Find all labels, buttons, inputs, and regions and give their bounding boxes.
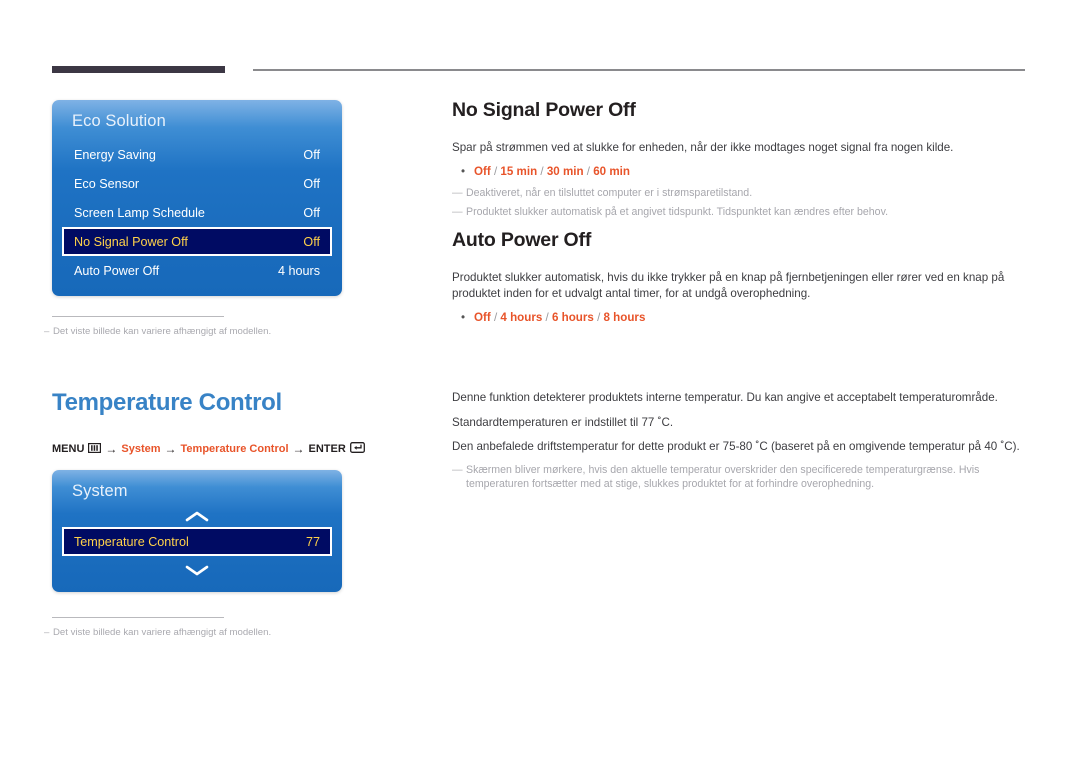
no-signal-power-off-note-2: — Produktet slukker automatisk på et ang… bbox=[452, 205, 1027, 220]
option-separator: / bbox=[490, 311, 501, 324]
option-value: 8 hours bbox=[603, 311, 646, 324]
menu-icon bbox=[88, 442, 102, 456]
option-separator: / bbox=[593, 311, 604, 324]
temperature-control-paragraph-3: Den anbefalede driftstemperatur for dett… bbox=[452, 440, 1020, 453]
eco-solution-row-label: Energy Saving bbox=[74, 147, 156, 162]
option-value: 30 min bbox=[546, 164, 584, 178]
menu-path-arrow-2: → bbox=[164, 442, 177, 456]
auto-power-off-body: Produktet slukker automatisk, hvis du ik… bbox=[452, 271, 1005, 300]
system-row[interactable]: Temperature Control 77 bbox=[62, 527, 332, 556]
note-dash-icon: — bbox=[452, 206, 463, 218]
option-value: 6 hours bbox=[551, 311, 594, 324]
eco-solution-row-value: 4 hours bbox=[277, 263, 320, 278]
header-rule-light bbox=[253, 69, 1025, 71]
bullet-dot-icon: • bbox=[460, 164, 466, 178]
system-row-label: Temperature Control bbox=[74, 534, 189, 549]
eco-solution-row[interactable]: Auto Power Off 4 hours bbox=[62, 256, 332, 285]
eco-solution-row[interactable]: No Signal Power Off Off bbox=[62, 227, 332, 256]
auto-power-off-section: Auto Power Off Produktet slukker automat… bbox=[452, 229, 1027, 324]
no-signal-power-off-note-2-text: Produktet slukker automatisk på et angiv… bbox=[466, 206, 889, 218]
eco-solution-row-label: Auto Power Off bbox=[74, 263, 160, 278]
option-value: Off bbox=[474, 311, 491, 324]
eco-solution-row[interactable]: Eco Sensor Off bbox=[62, 169, 332, 198]
menu-path-step-temperature-control: Temperature Control bbox=[180, 443, 289, 455]
menu-path-step-system: System bbox=[121, 443, 161, 455]
system-row-value: 77 bbox=[305, 534, 320, 549]
note-dash-icon: — bbox=[452, 463, 463, 476]
eco-solution-panel-title: Eco Solution bbox=[72, 112, 166, 130]
menu-path-arrow-1: → bbox=[105, 442, 118, 456]
no-signal-power-off-options: • Off / 15 min / 30 min / 60 min bbox=[452, 165, 1027, 178]
temperature-control-section: Denne funktion detekterer produktets int… bbox=[452, 390, 1027, 492]
option-separator: / bbox=[490, 164, 501, 178]
system-footnote: – Det viste billede kan variere afhængigt… bbox=[44, 627, 271, 638]
option-value: Off bbox=[474, 164, 491, 178]
scroll-up-chevron-icon[interactable] bbox=[52, 505, 342, 527]
system-osd-panel: System Temperature Control 77 bbox=[52, 470, 342, 592]
header-rule-dark bbox=[52, 66, 225, 73]
option-value: 4 hours bbox=[500, 311, 543, 324]
auto-power-off-title: Auto Power Off bbox=[452, 229, 592, 251]
scroll-down-chevron-icon[interactable] bbox=[52, 559, 342, 581]
bullet-dot-icon: • bbox=[460, 311, 466, 324]
eco-footnote-rule bbox=[52, 316, 224, 317]
option-separator: / bbox=[583, 164, 594, 178]
eco-solution-row-label: No Signal Power Off bbox=[74, 234, 188, 249]
no-signal-power-off-body: Spar på strømmen ved at slukke for enhed… bbox=[452, 141, 954, 154]
temperature-control-paragraph-1: Denne funktion detekterer produktets int… bbox=[452, 391, 998, 404]
eco-solution-row-label: Eco Sensor bbox=[74, 176, 140, 191]
auto-power-off-options-text: Off / 4 hours / 6 hours / 8 hours bbox=[474, 311, 645, 324]
no-signal-power-off-note-1-text: Deaktiveret, når en tilsluttet computer … bbox=[466, 186, 753, 199]
temperature-control-note: — Skærmen bliver mørkere, hvis den aktue… bbox=[452, 463, 1027, 492]
no-signal-power-off-note-1: — Deaktiveret, når en tilsluttet compute… bbox=[452, 186, 1027, 201]
footnote-dash-icon: – bbox=[44, 326, 50, 337]
eco-solution-row-list: Energy Saving Off Eco Sensor Off Screen Lamp… bbox=[52, 140, 342, 285]
option-separator: / bbox=[537, 164, 547, 178]
menu-path-enter-label: ENTER bbox=[308, 443, 346, 455]
eco-solution-row-label: Screen Lamp Schedule bbox=[74, 205, 205, 220]
eco-footnote: – Det viste billede kan variere afhængigt… bbox=[44, 326, 271, 337]
temperature-control-paragraph-2: Standardtemperaturen er indstillet til 7… bbox=[452, 415, 674, 429]
system-footnote-rule bbox=[52, 617, 224, 618]
option-value: 15 min bbox=[500, 164, 538, 178]
note-dash-icon: — bbox=[452, 186, 463, 199]
eco-solution-row-value: Off bbox=[303, 147, 320, 162]
page-title: Temperature Control bbox=[52, 389, 282, 416]
footnote-dash-icon: – bbox=[44, 627, 50, 638]
eco-footnote-text: Det viste billede kan variere afhængigt … bbox=[53, 326, 272, 337]
no-signal-power-off-title: No Signal Power Off bbox=[452, 99, 636, 121]
system-row-list: Temperature Control 77 bbox=[52, 527, 342, 556]
no-signal-power-off-section: No Signal Power Off Spar på strømmen ved… bbox=[452, 99, 1027, 220]
eco-solution-row[interactable]: Screen Lamp Schedule Off bbox=[62, 198, 332, 227]
eco-solution-row-value: Off bbox=[303, 205, 320, 220]
temperature-control-note-text: Skærmen bliver mørkere, hvis den aktuell… bbox=[466, 463, 980, 491]
auto-power-off-options: • Off / 4 hours / 6 hours / 8 hours bbox=[452, 311, 1027, 324]
eco-solution-row-value: Off bbox=[303, 234, 320, 249]
menu-path-menu-label: MENU bbox=[52, 443, 85, 455]
menu-path-breadcrumb: MENU → System → Temperature Control → EN… bbox=[52, 442, 365, 456]
menu-path-arrow-3: → bbox=[292, 442, 305, 456]
system-footnote-text: Det viste billede kan variere afhængigt … bbox=[53, 627, 272, 638]
eco-solution-row[interactable]: Energy Saving Off bbox=[62, 140, 332, 169]
eco-solution-osd-panel: Eco Solution Energy Saving Off Eco Sensor O… bbox=[52, 100, 342, 296]
system-panel-title: System bbox=[72, 482, 128, 500]
option-value: 60 min bbox=[593, 164, 630, 178]
option-separator: / bbox=[542, 311, 552, 324]
no-signal-power-off-options-text: Off / 15 min / 30 min / 60 min bbox=[474, 165, 630, 178]
eco-solution-row-value: Off bbox=[303, 176, 320, 191]
enter-key-icon bbox=[349, 442, 365, 456]
